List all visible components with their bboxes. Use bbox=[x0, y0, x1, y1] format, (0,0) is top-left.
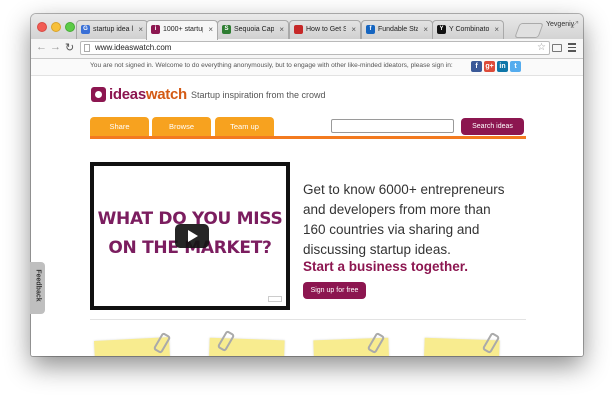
tab-label: startup idea li bbox=[93, 26, 133, 33]
logo-ideas: ideas bbox=[109, 86, 146, 103]
linkedin-icon[interactable]: in bbox=[497, 61, 508, 72]
intro-video[interactable]: WHAT DO YOU MISS ON THE MARKET? bbox=[90, 162, 290, 310]
tab-label: Sequoia Capital bbox=[234, 26, 274, 33]
tab-sequoia[interactable]: S Sequoia Capital × bbox=[217, 20, 289, 39]
back-arrow-icon[interactable]: ← bbox=[36, 41, 47, 53]
nav-browse-tab[interactable]: Browse bbox=[152, 117, 211, 137]
browser-window: G startup idea li × i 1000+ startup × S … bbox=[31, 14, 583, 356]
nav-underline bbox=[90, 136, 526, 139]
search-input[interactable] bbox=[331, 119, 454, 133]
sign-up-button[interactable]: Sign up for free bbox=[303, 282, 366, 299]
tab-startup-ideas[interactable]: G startup idea li × bbox=[76, 20, 148, 39]
browser-toolbar: ← → ↻ www.ideaswatch.com ☆ bbox=[31, 39, 583, 59]
hero-line-4: discussing startup ideas. bbox=[303, 242, 451, 257]
page-icon bbox=[84, 44, 90, 52]
page-content: ideaswatch Startup inspiration from the … bbox=[31, 76, 583, 356]
video-control-icon[interactable] bbox=[268, 296, 282, 302]
tab-close-icon[interactable]: × bbox=[423, 21, 428, 39]
title-bar: G startup idea li × i 1000+ startup × S … bbox=[31, 14, 583, 40]
close-window-button[interactable] bbox=[37, 22, 47, 32]
maximize-window-button[interactable] bbox=[65, 22, 75, 32]
forward-arrow-icon[interactable]: → bbox=[50, 41, 61, 53]
twitter-icon[interactable]: t bbox=[510, 61, 521, 72]
tab-label: Y Combinator bbox=[449, 26, 489, 33]
new-tab-button[interactable] bbox=[514, 23, 544, 38]
url-text[interactable]: www.ideaswatch.com bbox=[95, 43, 171, 52]
logo-watch: watch bbox=[145, 86, 187, 103]
cta-text: Start a business together. bbox=[303, 259, 469, 274]
ideaswatch-logo-icon[interactable] bbox=[91, 87, 106, 102]
section-divider bbox=[90, 319, 526, 320]
tab-close-icon[interactable]: × bbox=[279, 21, 284, 39]
profile-name[interactable]: Yevgeniy bbox=[546, 21, 574, 28]
reload-icon[interactable]: ↻ bbox=[65, 41, 74, 54]
tab-close-icon[interactable]: × bbox=[208, 21, 213, 39]
sign-in-notice-text: You are not signed in. Welcome to do eve… bbox=[90, 62, 453, 69]
nav-team-up-tab[interactable]: Team up bbox=[215, 117, 274, 137]
play-button-icon[interactable] bbox=[175, 224, 209, 248]
site-tagline: Startup inspiration from the crowd bbox=[191, 90, 326, 100]
sign-in-notice-bar: You are not signed in. Welcome to do eve… bbox=[31, 59, 583, 76]
hero-line-3: 160 countries via sharing and bbox=[303, 222, 480, 237]
ideaswatch-favicon-icon: i bbox=[151, 25, 160, 34]
hero-line-2: and developers from more than bbox=[303, 202, 491, 217]
cast-icon[interactable] bbox=[552, 44, 562, 52]
sequoia-favicon-icon: S bbox=[222, 25, 231, 34]
tab-close-icon[interactable]: × bbox=[351, 21, 356, 39]
fullscreen-icon[interactable]: ⤢ bbox=[571, 19, 578, 30]
feedback-tab[interactable]: Feedback bbox=[30, 262, 45, 314]
tab-fundable[interactable]: f Fundable Start × bbox=[361, 20, 433, 39]
google-plus-icon[interactable]: g+ bbox=[484, 61, 495, 72]
tab-close-icon[interactable]: × bbox=[138, 21, 143, 39]
tab-label: 1000+ startup bbox=[163, 26, 203, 33]
minimize-window-button[interactable] bbox=[51, 22, 61, 32]
menu-icon[interactable] bbox=[568, 43, 576, 53]
search-ideas-button[interactable]: Search ideas bbox=[461, 118, 524, 135]
tab-close-icon[interactable]: × bbox=[494, 21, 499, 39]
facebook-icon[interactable]: f bbox=[471, 61, 482, 72]
y-combinator-favicon-icon: Y bbox=[437, 25, 446, 34]
nav-share-tab[interactable]: Share bbox=[90, 117, 149, 137]
tab-ideaswatch[interactable]: i 1000+ startup × bbox=[146, 20, 218, 40]
tab-how-to-get-started[interactable]: How to Get Sta × bbox=[289, 20, 361, 39]
fundable-favicon-icon: f bbox=[366, 25, 375, 34]
tab-y-combinator[interactable]: Y Y Combinator × bbox=[432, 20, 504, 39]
bookmark-star-icon[interactable]: ☆ bbox=[537, 42, 546, 53]
site-logo[interactable]: ideaswatch bbox=[109, 86, 187, 103]
flag-favicon-icon bbox=[294, 25, 303, 34]
tab-label: Fundable Start bbox=[378, 26, 418, 33]
hero-line-1: Get to know 6000+ entrepreneurs bbox=[303, 182, 505, 197]
tab-label: How to Get Sta bbox=[306, 26, 346, 33]
hero-headline: Get to know 6000+ entrepreneurs and deve… bbox=[303, 180, 505, 260]
google-favicon-icon: G bbox=[81, 25, 90, 34]
feedback-label: Feedback bbox=[34, 269, 42, 302]
address-bar[interactable]: www.ideaswatch.com ☆ bbox=[80, 41, 550, 55]
